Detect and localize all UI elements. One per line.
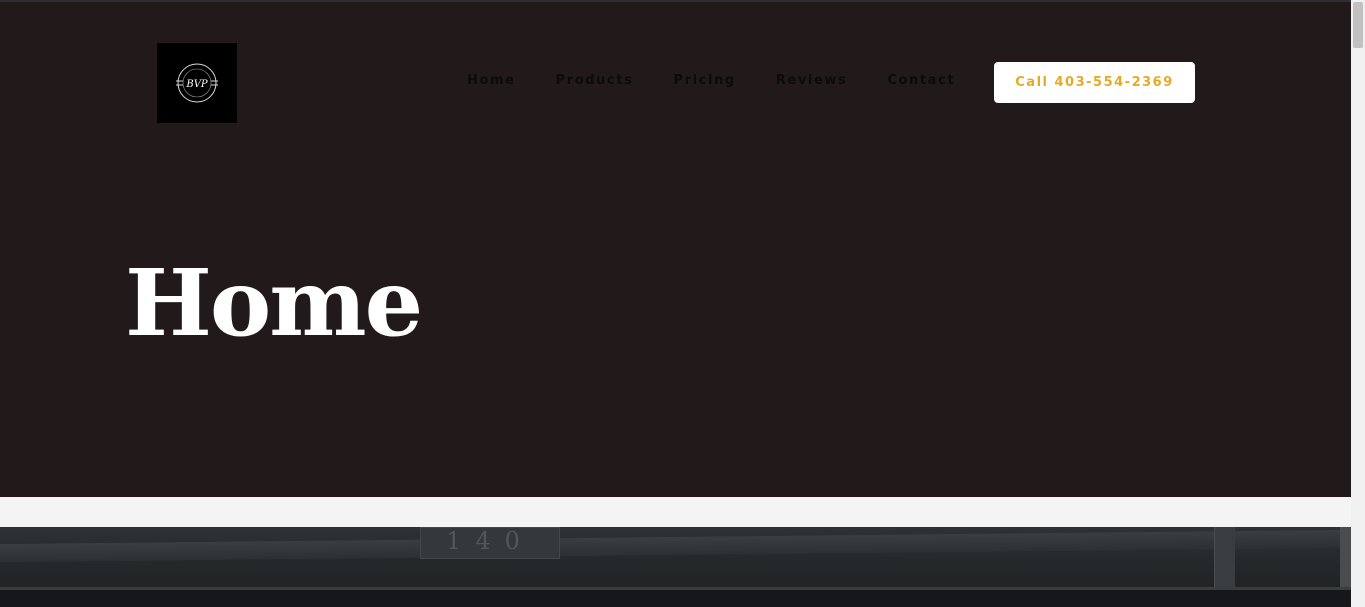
hero-photo: 140 [0, 527, 1351, 607]
nav-item-products[interactable]: Products [556, 73, 634, 88]
site-logo[interactable]: BVP [157, 43, 237, 123]
photo-trim [0, 529, 1351, 563]
section-divider [0, 497, 1351, 527]
page-title: Home [125, 249, 423, 357]
logo-text: BVP [185, 79, 208, 90]
house-number-plate: 140 [420, 527, 560, 559]
photo-sill [0, 587, 1351, 607]
nav-item-contact[interactable]: Contact [887, 73, 955, 88]
nav-item-pricing[interactable]: Pricing [673, 73, 735, 88]
logo-badge-icon: BVP [176, 63, 218, 103]
call-button[interactable]: Call 403-554-2369 [994, 62, 1195, 103]
nav-item-reviews[interactable]: Reviews [776, 73, 848, 88]
main-nav: Home Products Pricing Reviews Contact [467, 73, 995, 88]
nav-item-home[interactable]: Home [467, 73, 516, 88]
scrollbar-thumb[interactable] [1353, 2, 1363, 48]
scrollbar-track[interactable] [1351, 0, 1365, 607]
